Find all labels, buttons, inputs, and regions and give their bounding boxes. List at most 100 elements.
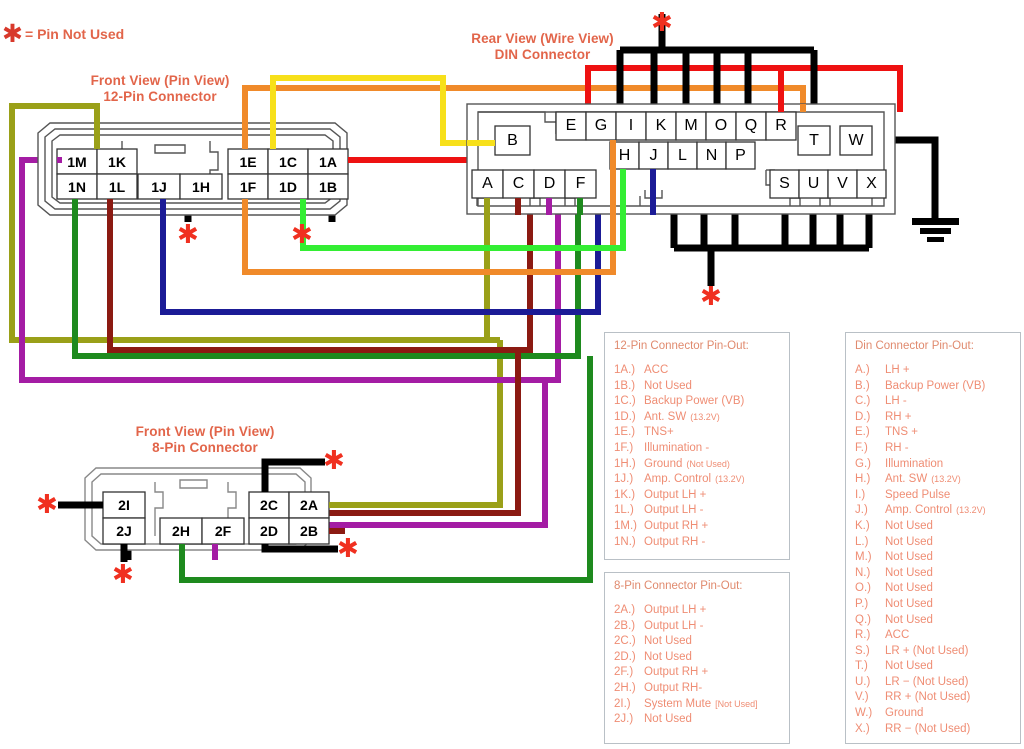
legend-row: O.) Not Used [855, 581, 1012, 597]
legend-din-rows: A.) LH + B.) Backup Power (VB) C.) LH - D.) RH … [855, 363, 1012, 737]
legend-row-key: T.) [855, 660, 868, 673]
legend-row-value: Backup Power (VB) [644, 395, 745, 408]
legend-row: 1E.) TNS+ [614, 425, 781, 441]
legend-row: 1M.) Output RH + [614, 519, 781, 535]
legend-row-key: 1D.) [614, 410, 636, 423]
legend-row: 1F.) Illumination - [614, 441, 781, 457]
legend-row: N.) Not Used [855, 566, 1012, 582]
legend-row-key: A.) [855, 364, 870, 376]
legend-row-key: X.) [855, 722, 870, 735]
legend-row-value: Not Used [885, 519, 933, 532]
legend-row-key: B.) [855, 379, 870, 392]
legend-row: C.) LH - [855, 394, 1012, 410]
legend-row: B.) Backup Power (VB) [855, 379, 1012, 395]
asterisk-2I-icon: ✱ [36, 490, 58, 520]
legend-row-value: Backup Power (VB) [885, 379, 986, 392]
legend-row-note: (Not Used) [686, 458, 730, 469]
legend-row: D.) RH + [855, 410, 1012, 426]
legend-row-key: G.) [855, 457, 871, 470]
legend-row: 1C.) Backup Power (VB) [614, 394, 781, 410]
legend-row-value: TNS+ [644, 426, 674, 439]
legend-row-key: S.) [855, 644, 870, 657]
legend-row: 1A.) ACC [614, 363, 781, 379]
legend-row-value: Not Used [885, 597, 933, 610]
legend-row: 1H.) Ground (Not Used) [614, 457, 781, 473]
legend-row-value: Illumination - [644, 441, 710, 454]
legend-row-value: Output LH + [644, 604, 707, 616]
legend-row: Q.) Not Used [855, 613, 1012, 629]
asterisk-2D-icon: ✱ [337, 534, 359, 564]
legend-row-key: 1B.) [614, 379, 636, 392]
legend-row-key: 1F.) [614, 441, 634, 454]
legend-row-value: Output LH - [644, 504, 704, 517]
legend-row-key: 2C.) [614, 635, 636, 648]
legend-row-value: RR − (Not Used) [885, 722, 971, 735]
legend-row-value: RH + [885, 410, 912, 423]
legend-row-value: Not Used [644, 713, 692, 726]
legend-row-key: 1A.) [614, 364, 636, 376]
legend-row-value: Amp. Control [885, 504, 953, 517]
legend-row: V.) RR + (Not Used) [855, 690, 1012, 706]
legend-din-header: Din Connector Pin-Out: [855, 340, 974, 352]
legend-row: 2A.) Output LH + [614, 603, 781, 619]
asterisk-2J-icon: ✱ [112, 560, 134, 590]
legend-row-key: 2A.) [614, 604, 636, 616]
legend-row-note: [Not Used] [715, 698, 758, 709]
legend-row-value: ACC [885, 629, 910, 642]
legend-row: W.) Ground [855, 706, 1012, 722]
legend-row: X.) RR − (Not Used) [855, 722, 1012, 738]
legend-row-key: I.) [855, 488, 866, 501]
legend-row-value: Not Used [885, 660, 933, 673]
legend-row-key: 1L.) [614, 504, 634, 517]
legend-row: M.) Not Used [855, 550, 1012, 566]
legend-row-key: 2J.) [614, 713, 634, 726]
legend-row-value: Ground [644, 457, 683, 470]
legend-row-value: Not Used [885, 535, 933, 548]
legend-row: R.) ACC [855, 628, 1012, 644]
legend-row-value: LR + (Not Used) [885, 644, 969, 657]
legend-row: K.) Not Used [855, 519, 1012, 535]
legend-row-key: 2I.) [614, 697, 631, 710]
legend-row-key: 2D.) [614, 650, 636, 663]
legend-row-key: 1H.) [614, 457, 636, 470]
legend-row-key: K.) [855, 519, 870, 532]
legend-row-key: 1K.) [614, 488, 636, 501]
legend-row-value: Output RH + [644, 519, 709, 532]
legend-row-note: (13.2V) [715, 474, 745, 485]
legend-row-value: Speed Pulse [885, 488, 951, 501]
legend-row-value: LH + [885, 364, 910, 376]
legend-din-pinout: Din Connector Pin-Out: A.) LH + B.) Backup … [845, 332, 1021, 744]
legend-row-value: ACC [644, 364, 669, 376]
legend-row: 1D.) Ant. SW (13.2V) [614, 410, 781, 426]
wiring-diagram-canvas: ✱ = Pin Not Used Front View (Pin View) 1… [0, 0, 1024, 749]
legend-row-value: System Mute [644, 697, 712, 710]
legend-row: A.) LH + [855, 363, 1012, 379]
legend-row-note: (13.2V) [956, 505, 986, 516]
legend-row-value: Illumination [885, 457, 944, 470]
legend-row-key: V.) [855, 691, 869, 704]
legend-row-value: Ant. SW [644, 410, 687, 423]
legend-row: 2J.) Not Used [614, 712, 781, 728]
legend-row-value: Output RH- [644, 681, 703, 694]
asterisk-2C-icon: ✱ [323, 446, 345, 476]
legend-row: P.) Not Used [855, 597, 1012, 613]
legend-row-key: W.) [855, 707, 873, 720]
legend-row: 1B.) Not Used [614, 379, 781, 395]
legend-12-pin-pinout: 12-Pin Connector Pin-Out: 1A.) ACC 1B.) Not… [604, 332, 790, 560]
legend-row-key: 1C.) [614, 395, 636, 408]
legend-row: U.) LR − (Not Used) [855, 675, 1012, 691]
legend-row: L.) Not Used [855, 535, 1012, 551]
legend-row-value: Not Used [885, 551, 933, 564]
legend-row: 2B.) Output LH - [614, 619, 781, 635]
legend-row-note: (13.2V) [931, 474, 961, 485]
legend-row-value: RR + (Not Used) [885, 691, 971, 704]
legend-row-key: H.) [855, 473, 871, 486]
legend-row-value: Not Used [644, 379, 692, 392]
legend-row: T.) Not Used [855, 659, 1012, 675]
legend-row-key: 2B.) [614, 619, 636, 632]
legend-row: 2D.) Not Used [614, 650, 781, 666]
legend-row-value: TNS + [885, 426, 918, 439]
legend-row: F.) RH - [855, 441, 1012, 457]
legend-row-value: LH - [885, 395, 907, 408]
legend-row-value: Not Used [885, 566, 933, 579]
